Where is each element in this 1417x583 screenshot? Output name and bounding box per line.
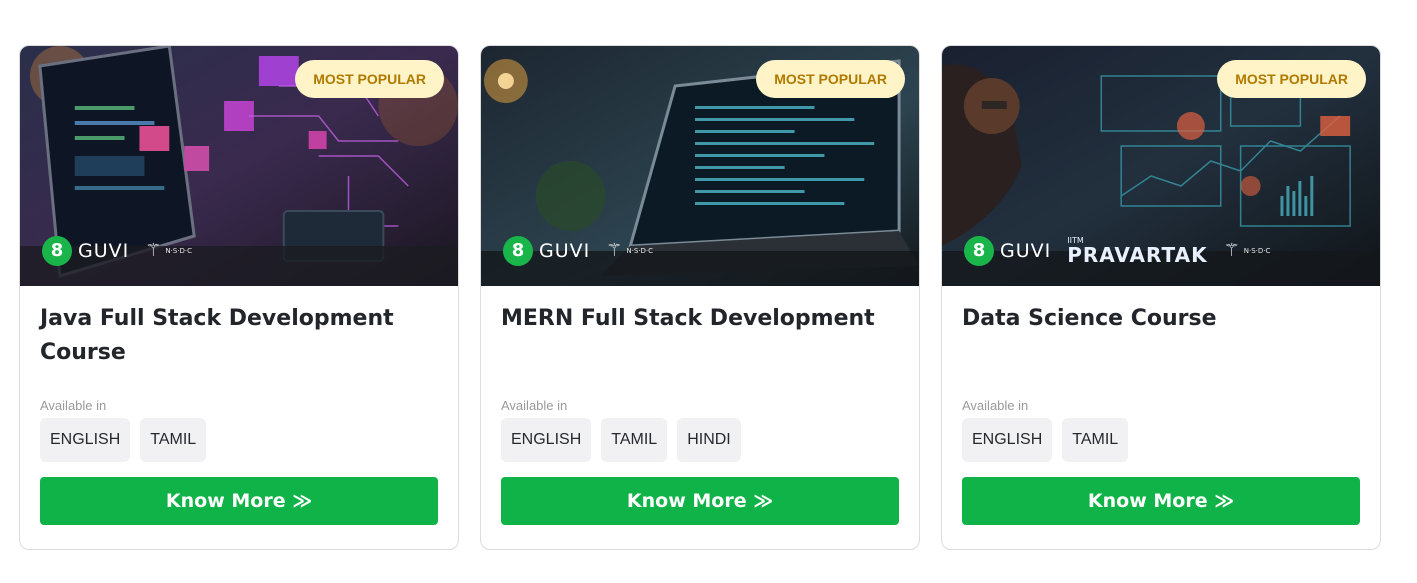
nsdc-emblem-icon: ⚚ bbox=[606, 240, 623, 261]
guvi-icon: 8 bbox=[42, 236, 72, 266]
know-more-button[interactable]: Know More ≫ bbox=[501, 477, 899, 525]
know-more-button[interactable]: Know More ≫ bbox=[962, 477, 1360, 525]
language-tag: TAMIL bbox=[1062, 418, 1129, 462]
course-card-data-science[interactable]: MOST POPULAR 8 GUVI IITM PRAVARTAK ⚚ N·S… bbox=[941, 45, 1381, 550]
nsdc-logo: ⚚ N·S·D·C bbox=[1223, 240, 1271, 261]
course-thumbnail[interactable]: MOST POPULAR 8 GUVI ⚚ N·S·D·C bbox=[20, 46, 458, 286]
course-cards: MOST POPULAR 8 GUVI ⚚ N·S·D·C Java Full … bbox=[19, 45, 1381, 550]
course-title[interactable]: MERN Full Stack Development bbox=[501, 302, 899, 386]
course-card-java[interactable]: MOST POPULAR 8 GUVI ⚚ N·S·D·C Java Full … bbox=[19, 45, 459, 550]
available-in-label: Available in bbox=[962, 398, 1029, 413]
language-tag: TAMIL bbox=[140, 418, 207, 462]
language-tag: TAMIL bbox=[601, 418, 668, 462]
language-tag: ENGLISH bbox=[501, 418, 592, 462]
nsdc-emblem-icon: ⚚ bbox=[145, 240, 162, 261]
language-tags: ENGLISH TAMIL HINDI bbox=[501, 418, 899, 462]
guvi-icon: 8 bbox=[964, 236, 994, 266]
available-in-label: Available in bbox=[501, 398, 568, 413]
guvi-logo: 8 GUVI bbox=[42, 236, 129, 266]
course-title[interactable]: Data Science Course bbox=[962, 302, 1360, 386]
partner-logos: 8 GUVI IITM PRAVARTAK ⚚ N·S·D·C bbox=[964, 236, 1270, 266]
guvi-logo-text: GUVI bbox=[1000, 240, 1052, 262]
course-thumbnail[interactable]: MOST POPULAR 8 GUVI IITM PRAVARTAK ⚚ N·S… bbox=[942, 46, 1380, 286]
most-popular-badge: MOST POPULAR bbox=[295, 60, 444, 98]
card-body: Data Science Course Available in ENGLISH… bbox=[942, 286, 1380, 549]
pravartak-logo-text: PRAVARTAK bbox=[1067, 243, 1208, 267]
nsdc-logo: ⚚ N·S·D·C bbox=[145, 240, 193, 261]
most-popular-badge: MOST POPULAR bbox=[756, 60, 905, 98]
card-body: Java Full Stack Development Course Avail… bbox=[20, 286, 458, 549]
nsdc-logo-text: N·S·D·C bbox=[1243, 247, 1271, 255]
language-tags: ENGLISH TAMIL bbox=[962, 418, 1360, 462]
course-thumbnail[interactable]: MOST POPULAR 8 GUVI ⚚ N·S·D·C bbox=[481, 46, 919, 286]
nsdc-emblem-icon: ⚚ bbox=[1223, 240, 1240, 261]
nsdc-logo-text: N·S·D·C bbox=[626, 247, 654, 255]
language-tag: HINDI bbox=[677, 418, 741, 462]
nsdc-logo: ⚚ N·S·D·C bbox=[606, 240, 654, 261]
know-more-button[interactable]: Know More ≫ bbox=[40, 477, 438, 525]
guvi-icon: 8 bbox=[503, 236, 533, 266]
language-tag: ENGLISH bbox=[962, 418, 1053, 462]
course-title[interactable]: Java Full Stack Development Course bbox=[40, 302, 438, 386]
guvi-logo-text: GUVI bbox=[78, 240, 130, 262]
language-tags: ENGLISH TAMIL bbox=[40, 418, 438, 462]
guvi-logo: 8 GUVI bbox=[964, 236, 1051, 266]
card-body: MERN Full Stack Development Available in… bbox=[481, 286, 919, 549]
language-tag: ENGLISH bbox=[40, 418, 131, 462]
most-popular-badge: MOST POPULAR bbox=[1217, 60, 1366, 98]
nsdc-logo-text: N·S·D·C bbox=[165, 247, 193, 255]
guvi-logo-text: GUVI bbox=[539, 240, 591, 262]
course-card-mern[interactable]: MOST POPULAR 8 GUVI ⚚ N·S·D·C MERN Full … bbox=[480, 45, 920, 550]
guvi-logo: 8 GUVI bbox=[503, 236, 590, 266]
partner-logos: 8 GUVI ⚚ N·S·D·C bbox=[42, 236, 192, 266]
partner-logos: 8 GUVI ⚚ N·S·D·C bbox=[503, 236, 653, 266]
iitm-pravartak-logo: IITM PRAVARTAK bbox=[1067, 237, 1208, 267]
available-in-label: Available in bbox=[40, 398, 107, 413]
